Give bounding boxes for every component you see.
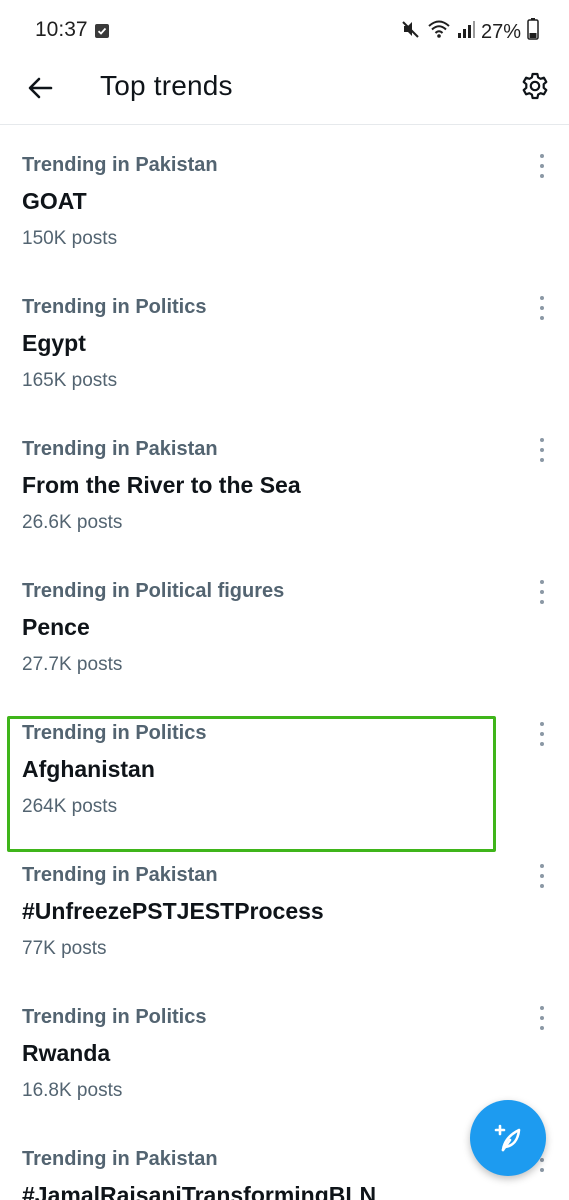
trend-name: Pence [22,614,90,640]
compose-button[interactable] [470,1100,546,1176]
trend-item[interactable]: Trending in Political figures Pence 27.7… [0,550,569,692]
trend-category: Trending in Pakistan [22,1148,218,1170]
trend-post-count: 16.8K posts [22,1080,123,1101]
trend-category: Trending in Pakistan [22,438,218,460]
trend-post-count: 26.6K posts [22,512,123,533]
more-options-icon[interactable] [535,154,549,178]
trend-category: Trending in Pakistan [22,864,218,886]
trend-name: Rwanda [22,1040,111,1066]
trend-name: Afghanistan [22,756,155,782]
back-button[interactable] [22,70,58,106]
trend-post-count: 150K posts [22,228,118,249]
battery-percent: 27% [480,20,521,43]
screen: 10:37 27% Top trends Trending in Pakista… [0,0,569,1200]
wifi-icon [427,19,451,45]
status-icons: 27% [401,18,539,46]
status-time: 10:37 [35,18,88,41]
more-options-icon[interactable] [535,580,549,604]
more-options-icon[interactable] [535,722,549,746]
more-options-icon[interactable] [535,864,549,888]
gear-icon [522,72,548,100]
trend-name: From the River to the Sea [22,472,301,498]
more-options-icon[interactable] [535,1006,549,1030]
signal-icon [457,19,475,45]
page-title: Top trends [100,70,233,101]
settings-button[interactable] [517,68,553,104]
trend-category: Trending in Politics [22,1006,207,1028]
trend-post-count: 77K posts [22,938,107,959]
trend-post-count: 165K posts [22,370,118,391]
trend-item-highlighted[interactable]: Trending in Pakistan #UnfreezePSTJESTPro… [0,834,569,976]
battery-icon [527,18,539,46]
more-options-icon[interactable] [535,296,549,320]
trend-item[interactable]: Trending in Pakistan GOAT 150K posts [0,124,569,266]
status-bar: 10:37 27% [0,0,569,62]
trends-list: Trending in Pakistan GOAT 150K posts Tre… [0,124,569,1200]
trend-name: #UnfreezePSTJESTProcess [22,898,324,924]
more-options-icon[interactable] [535,438,549,462]
compose-feather-icon [494,1124,521,1152]
trend-item[interactable]: Trending in Politics Afghanistan 264K po… [0,692,569,834]
trend-item[interactable]: Trending in Politics Egypt 165K posts [0,266,569,408]
trend-item[interactable]: Trending in Pakistan From the River to t… [0,408,569,550]
trend-category: Trending in Pakistan [22,154,218,176]
check-square-icon [95,24,109,38]
trend-name: Egypt [22,330,86,356]
mute-icon [401,19,421,45]
arrow-left-icon [28,77,53,99]
trend-category: Trending in Political figures [22,580,285,602]
trend-name: #JamalRaisaniTransformingBLN [22,1182,377,1200]
trend-post-count: 27.7K posts [22,654,123,675]
trend-category: Trending in Politics [22,722,207,744]
trend-name: GOAT [22,188,87,214]
trend-item[interactable]: Trending in Politics Rwanda 16.8K posts [0,976,569,1118]
trend-post-count: 264K posts [22,796,118,817]
trend-category: Trending in Politics [22,296,207,318]
app-header: Top trends [0,62,569,125]
